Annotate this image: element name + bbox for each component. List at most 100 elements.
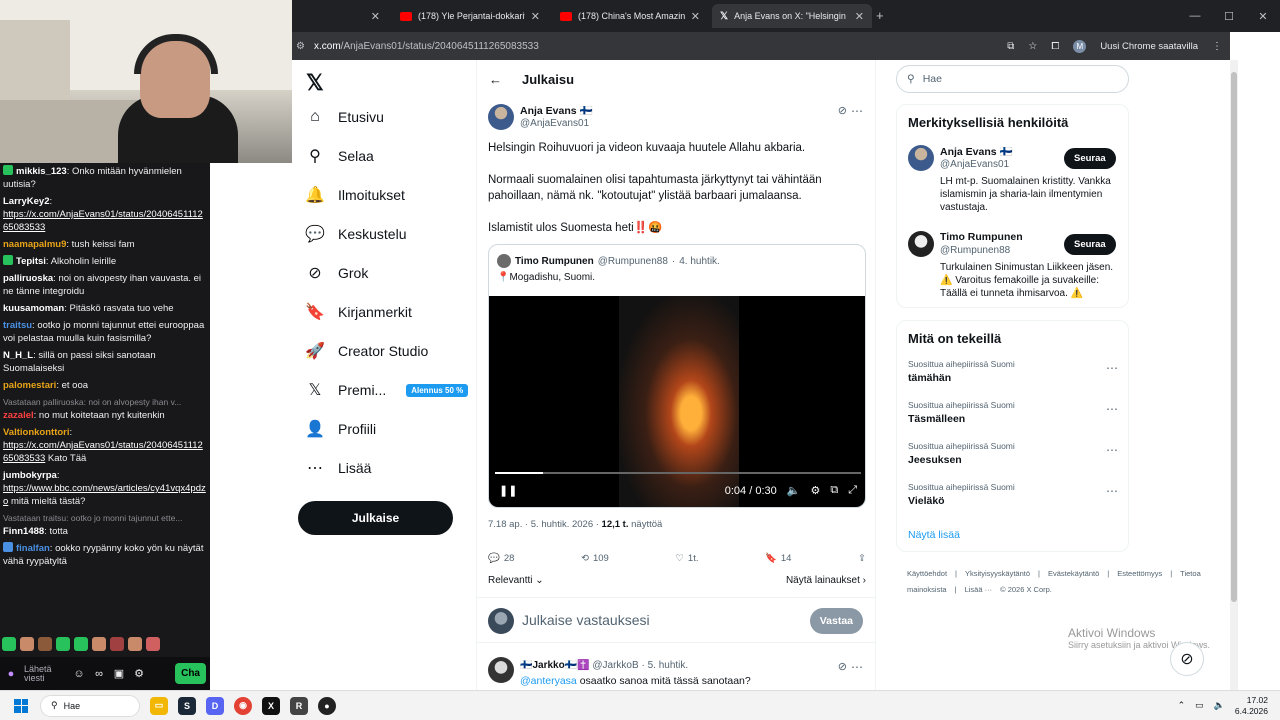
chat-username[interactable]: naamapalmu9: [3, 239, 66, 250]
settings-icon[interactable]: ⚙: [810, 484, 820, 497]
bits-icon[interactable]: ∞: [92, 667, 106, 681]
network-icon[interactable]: ▭: [1195, 700, 1204, 711]
pip-icon[interactable]: ⧉: [830, 484, 838, 497]
close-tab-icon[interactable]: ✕: [371, 10, 380, 23]
emote[interactable]: [2, 637, 16, 651]
more-icon[interactable]: ⋯: [1106, 361, 1118, 375]
chrome-icon[interactable]: ◉: [234, 696, 252, 715]
show-more-link[interactable]: Näytä lisää: [908, 529, 960, 541]
grok-floating-button[interactable]: ⊘: [1170, 642, 1204, 676]
reply-submit-button[interactable]: Vastaa: [809, 608, 863, 634]
emote[interactable]: [38, 637, 52, 651]
steam-icon[interactable]: S: [178, 696, 196, 715]
tab-x-active[interactable]: 𝕏 Anja Evans on X: "Helsingin R ✕: [712, 4, 872, 28]
video-progress-bar[interactable]: [495, 472, 861, 474]
clock[interactable]: 17.02 6.4.2026: [1235, 695, 1268, 717]
sort-dropdown[interactable]: Relevantti ⌄: [488, 575, 544, 586]
video-player[interactable]: ❚❚ 0:04 / 0:30 🔈 ⚙ ⧉ ⤢: [489, 296, 865, 507]
footer-link[interactable]: Esteettömyys: [1117, 569, 1162, 578]
maximize-icon[interactable]: ☐: [1212, 10, 1246, 23]
site-settings-icon[interactable]: ⚙: [296, 41, 305, 52]
comment-author-handle[interactable]: @JarkkoB: [592, 660, 638, 671]
footer-link[interactable]: Lisää ···: [965, 585, 993, 594]
reply-input[interactable]: Julkaise vastauksesi: [522, 612, 650, 628]
reply-button[interactable]: 💬 28: [488, 553, 514, 564]
comment-author-name[interactable]: 🇫🇮Jarkko🇫🇮✝️: [520, 660, 590, 671]
settings-icon[interactable]: ⚙: [132, 667, 146, 681]
chat-link[interactable]: https://x.com/AnjaEvans01/status/2040645…: [3, 209, 203, 233]
close-tab-icon[interactable]: ✕: [855, 10, 864, 23]
person-handle[interactable]: @Rumpunen88: [940, 245, 1010, 256]
follow-button[interactable]: Seuraa: [1064, 148, 1116, 169]
chrome-update-button[interactable]: Uusi Chrome saatavilla: [1100, 41, 1198, 52]
emote[interactable]: [20, 637, 34, 651]
footer-link[interactable]: © 2026 X Corp.: [1000, 585, 1052, 594]
volume-icon[interactable]: 🔈: [1214, 700, 1225, 711]
post-button[interactable]: Julkaise: [298, 501, 453, 535]
mention-link[interactable]: @anteryasa: [520, 675, 577, 687]
chat-input[interactable]: Lähetä viesti: [24, 664, 66, 683]
chat-username[interactable]: traitsu: [3, 320, 32, 331]
grok-icon[interactable]: ⊘: [838, 660, 847, 673]
chat-username[interactable]: kuusamoman: [3, 303, 64, 314]
follow-button[interactable]: Seuraa: [1064, 234, 1116, 255]
fullscreen-icon[interactable]: ⤢: [848, 484, 857, 497]
emote[interactable]: [146, 637, 160, 651]
chat-username[interactable]: Tepitsi: [16, 256, 46, 267]
chat-username[interactable]: mikkis_123: [16, 166, 67, 177]
new-tab-icon[interactable]: +: [876, 8, 884, 23]
nav-item-selaa[interactable]: ⚲ Selaa: [306, 147, 374, 165]
tab-china[interactable]: (178) China's Most Amazing Pla ✕: [552, 4, 708, 28]
author-handle[interactable]: @AnjaEvans01: [520, 118, 589, 129]
nav-item-profiili[interactable]: 👤 Profiili: [305, 420, 376, 438]
nav-item-grok[interactable]: ⊘ Grok: [306, 264, 368, 282]
chat-username[interactable]: Valtionkonttori: [3, 427, 70, 438]
grok-icon[interactable]: ⊘: [838, 104, 847, 117]
chat-username[interactable]: N_H_L: [3, 350, 33, 361]
url-field[interactable]: x.com/AnjaEvans01/status/204064511126508…: [314, 41, 539, 52]
mic-icon[interactable]: ●: [4, 667, 18, 681]
x-logo-icon[interactable]: 𝕏: [306, 70, 324, 96]
cast-icon[interactable]: ⧉: [1007, 41, 1014, 52]
emote[interactable]: [128, 637, 142, 651]
chat-username[interactable]: finalfan: [16, 543, 50, 554]
footer-link[interactable]: Käyttöehdot: [907, 569, 947, 578]
more-icon[interactable]: ⋯: [1106, 443, 1118, 457]
quoted-post[interactable]: Timo Rumpunen @Rumpunen88 · 4. huhtik. 📍…: [488, 244, 866, 508]
close-tab-icon[interactable]: ✕: [531, 10, 540, 23]
footer-link[interactable]: Evästekäytäntö: [1048, 569, 1099, 578]
nav-item-etusivu[interactable]: ⌂ Etusivu: [306, 108, 384, 126]
more-icon[interactable]: ⋯: [851, 660, 863, 674]
chat-username[interactable]: Finn1488: [3, 526, 44, 537]
chat-username[interactable]: zazalel: [3, 410, 34, 421]
emote[interactable]: [110, 637, 124, 651]
chat-link[interactable]: https://x.com/AnjaEvans01/status/2040645…: [3, 440, 203, 464]
obs-icon[interactable]: ●: [318, 696, 336, 715]
person-avatar[interactable]: [908, 145, 934, 171]
nav-item-lisää[interactable]: ⋯ Lisää: [306, 459, 371, 477]
emoji-icon[interactable]: ☺: [72, 667, 86, 681]
chat-username[interactable]: palliruoska: [3, 273, 53, 284]
comment-date[interactable]: 5. huhtik.: [648, 660, 689, 671]
trend-item[interactable]: Suosittua aihepiirissä Suomi Vieläkö ⋯: [908, 482, 1118, 507]
chat-username[interactable]: LarryKey2: [3, 196, 49, 207]
person-avatar[interactable]: [908, 231, 934, 257]
chevron-up-icon[interactable]: ⌃: [1178, 700, 1186, 711]
extensions-icon[interactable]: ⧠: [1051, 41, 1059, 52]
more-icon[interactable]: ⋯: [1106, 484, 1118, 498]
trend-item[interactable]: Suosittua aihepiirissä Suomi Täsmälleen ⋯: [908, 400, 1118, 425]
footer-link[interactable]: Yksityisyyskäytäntö: [965, 569, 1030, 578]
like-button[interactable]: ♡ 1t.: [675, 553, 698, 564]
nav-item-kirjanmerkit[interactable]: 🔖 Kirjanmerkit: [305, 303, 412, 321]
share-button[interactable]: ⇪: [858, 553, 866, 564]
chat-username[interactable]: jumbokyrpa: [3, 470, 57, 481]
tab-blank[interactable]: ✕: [292, 4, 388, 28]
nav-item-premi-[interactable]: 𝕏 Premi... Alennus 50 %: [306, 381, 469, 399]
profile-avatar[interactable]: M: [1073, 39, 1087, 53]
chat-send-button[interactable]: Cha: [175, 663, 206, 684]
person-handle[interactable]: @AnjaEvans01: [940, 159, 1009, 170]
file-explorer-icon[interactable]: ▭: [150, 696, 168, 715]
volume-icon[interactable]: 🔈: [787, 484, 801, 497]
nav-item-creator-studio[interactable]: 🚀 Creator Studio: [305, 342, 428, 360]
repost-button[interactable]: ⟲ 109: [581, 553, 609, 564]
